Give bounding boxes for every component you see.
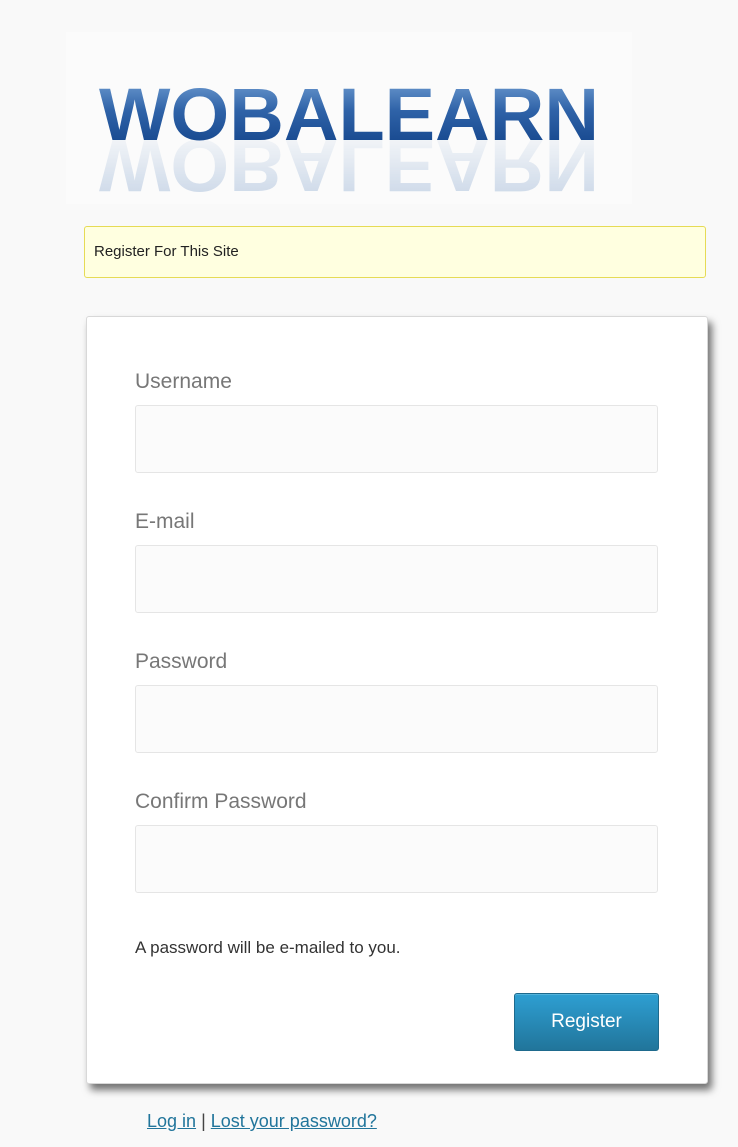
password-field[interactable]	[135, 685, 658, 753]
confirm-password-label: Confirm Password	[135, 790, 307, 813]
email-field[interactable]	[135, 545, 658, 613]
register-notice: Register For This Site	[84, 226, 706, 278]
nav-separator: |	[201, 1111, 206, 1131]
register-form: Username E-mail Password Confirm Passwor…	[86, 316, 708, 1084]
notice-text: Register For This Site	[94, 243, 239, 260]
logo-image: WOBALEARN WOBALEARN	[99, 73, 599, 204]
confirm-password-field[interactable]	[135, 825, 658, 893]
login-page: WOBALEARN WOBALEARN Register For This Si…	[0, 0, 738, 1147]
username-label: Username	[135, 370, 232, 393]
email-label: E-mail	[135, 510, 195, 533]
svg-text:WOBALEARN: WOBALEARN	[99, 124, 599, 204]
login-link[interactable]: Log in	[147, 1111, 196, 1131]
register-button[interactable]: Register	[514, 993, 659, 1051]
nav-links: Log in | Lost your password?	[147, 1111, 377, 1132]
password-label: Password	[135, 650, 228, 673]
password-hint: A password will be e-mailed to you.	[135, 938, 401, 957]
lost-password-link[interactable]: Lost your password?	[211, 1111, 377, 1131]
username-field[interactable]	[135, 405, 658, 473]
site-logo[interactable]: WOBALEARN WOBALEARN	[66, 32, 632, 204]
